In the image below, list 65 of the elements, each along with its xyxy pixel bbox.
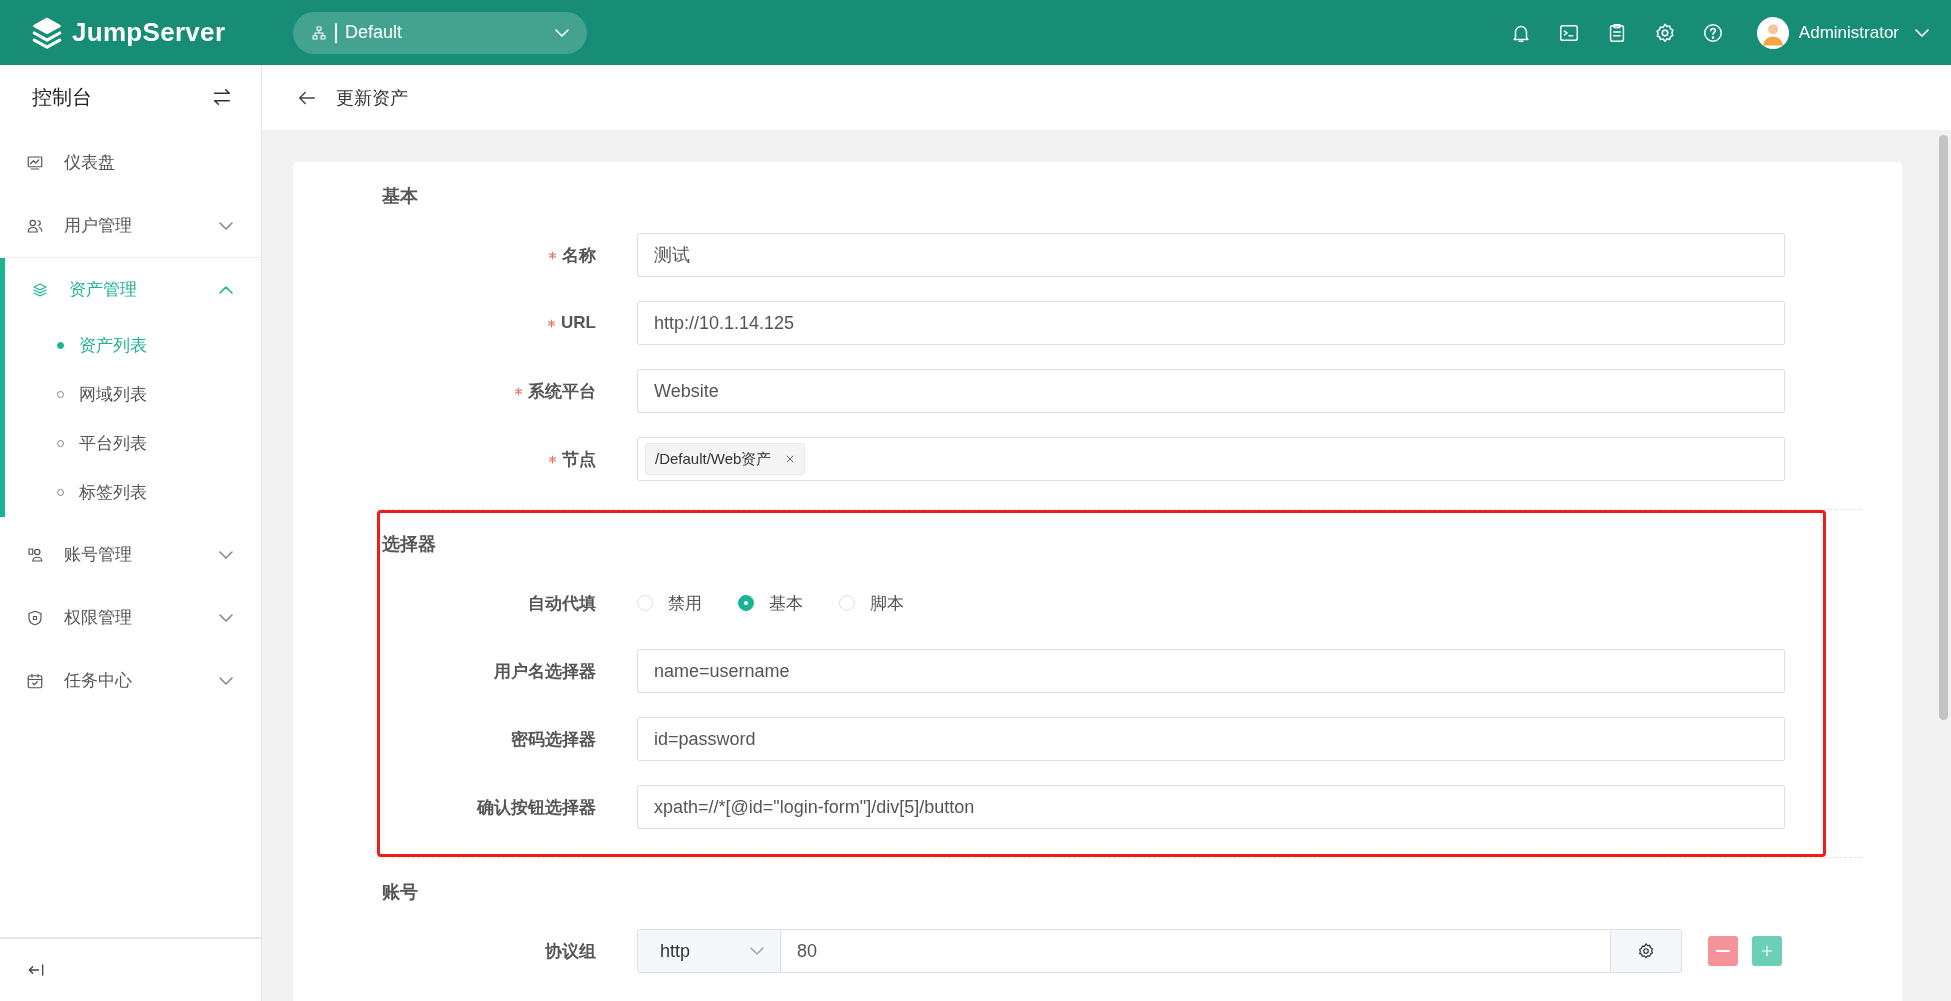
settings-icon [1637,942,1655,960]
section-title: 账号 [381,881,419,904]
minus-icon [1716,950,1730,952]
hierarchy-icon [311,24,327,41]
scrollbar-thumb[interactable] [1939,135,1948,720]
field-label: 用户名选择器 [494,660,596,683]
logo-text: JumpServer [72,17,226,48]
cube-stack-icon [30,15,64,50]
input-field[interactable]: name=username [637,649,1785,693]
chevron-down-icon [219,550,233,559]
chevron-down-icon [1915,28,1929,37]
chevron-down-icon [219,221,233,230]
input-field[interactable]: xpath=//*[@id="login-form"]/div[5]/button [637,785,1785,829]
sidebar-title: 控制台 [32,84,92,110]
field-label: 协议组 [545,940,596,963]
field-label: 名称 [562,244,596,267]
multi-select-field[interactable]: /Default/Web资产 [637,437,1785,481]
radio-option[interactable]: 脚本 [839,591,904,615]
nav-icon [26,545,44,564]
nav-subitem[interactable]: 标签列表 [5,468,261,517]
port-input[interactable]: 80 [781,929,1610,973]
input-field[interactable]: id=password [637,717,1785,761]
radio-option[interactable]: 基本 [738,591,803,615]
nav-item[interactable]: 账号管理 [5,523,261,586]
bullet-icon [57,342,64,349]
nav-item[interactable]: 权限管理 [5,586,261,649]
org-name: Default [345,22,404,43]
protocol-select[interactable]: http [637,929,781,973]
swap-arrows-icon[interactable] [211,86,233,108]
radio-button[interactable] [738,595,754,611]
nav-item[interactable]: 仪表盘 [5,131,261,194]
chevron-down-icon [219,676,233,685]
section-title: 基本 [381,185,419,208]
chevron-down-icon [750,947,764,955]
remove-button[interactable] [1708,936,1738,966]
nav-item[interactable]: 用户管理 [5,194,261,257]
help-icon[interactable] [1701,21,1724,44]
input-field[interactable]: http://10.1.14.125 [637,301,1785,345]
nav-subitem[interactable]: 平台列表 [5,419,261,468]
chevron-up-icon [219,285,233,294]
radio-option[interactable]: 禁用 [637,591,702,615]
user-menu[interactable]: Administrator [1756,16,1929,49]
nav-icon [26,608,44,627]
nav-subitem[interactable]: 网域列表 [5,370,261,419]
close-icon[interactable] [785,454,796,464]
tag[interactable]: /Default/Web资产 [645,443,806,475]
settings-button[interactable] [1610,929,1682,973]
field-label: URL [561,313,596,333]
field-label: 节点 [562,448,596,471]
field-label: 确认按钮选择器 [477,796,596,819]
field-label: 自动代填 [528,592,596,615]
input-field[interactable]: Website [637,369,1785,413]
section-title: 选择器 [381,533,437,556]
nav-item[interactable]: 任务中心 [5,649,261,712]
nav-icon [26,671,44,690]
chevron-down-icon [555,28,569,37]
avatar [1756,16,1789,49]
plus-icon [1759,943,1775,959]
user-name: Administrator [1798,22,1899,43]
nav-icon [26,153,44,172]
chevron-down-icon [219,613,233,622]
page-title: 更新资产 [336,86,408,110]
field-label: 密码选择器 [511,728,596,751]
input-field[interactable]: 测试 [637,233,1785,277]
field-label: 系统平台 [528,380,596,403]
